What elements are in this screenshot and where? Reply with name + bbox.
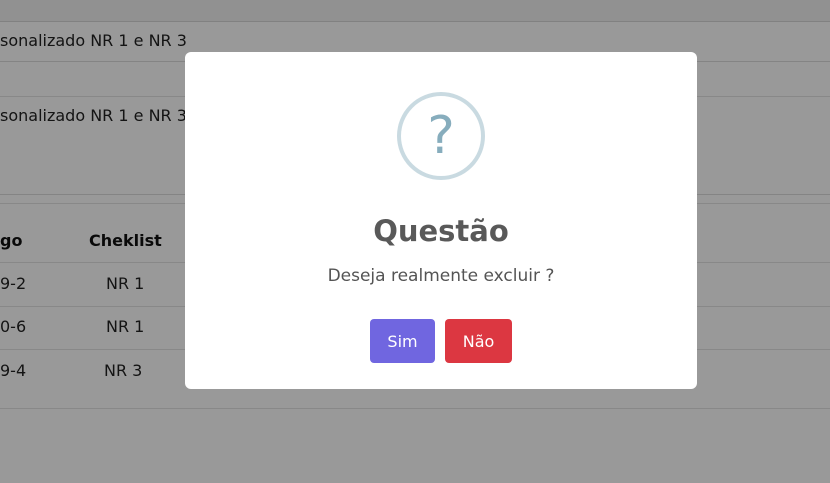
question-icon: ? xyxy=(397,92,485,180)
dialog-actions: Sim Não xyxy=(370,319,512,363)
confirm-button[interactable]: Sim xyxy=(370,319,435,363)
dialog-title: Questão xyxy=(373,214,509,248)
cancel-button[interactable]: Não xyxy=(445,319,512,363)
confirm-dialog: ? Questão Deseja realmente excluir ? Sim… xyxy=(185,52,697,389)
dialog-message: Deseja realmente excluir ? xyxy=(327,266,555,286)
question-icon-glyph: ? xyxy=(427,106,455,166)
